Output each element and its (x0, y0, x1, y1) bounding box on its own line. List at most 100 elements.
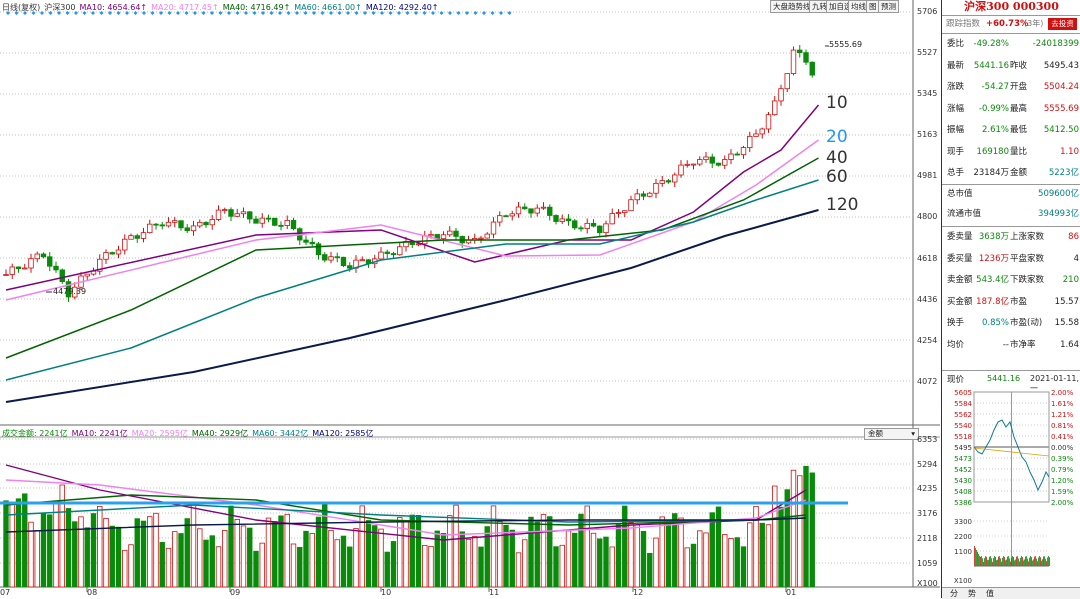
invest-button[interactable]: 去投资 (1048, 18, 1077, 30)
candle-body (665, 180, 672, 183)
depth-row: 均价 -- 市净率 1.64 (942, 337, 1080, 353)
tab-minute[interactable]: 分 (950, 588, 958, 599)
volume-tick: 1059 (917, 559, 938, 568)
quote-key: 市盈 (1010, 296, 1028, 307)
volume-bar (165, 547, 172, 588)
candle-body (109, 252, 115, 255)
quote-key: 市盈(动) (1010, 318, 1043, 328)
mini-vol-bar (1031, 557, 1032, 566)
quote-key: 总市值 (947, 189, 973, 199)
mini-vol-bar (1034, 556, 1035, 566)
volume-bar (422, 544, 428, 588)
candle-body (259, 217, 265, 224)
volume-bar (34, 530, 40, 588)
candle-body (215, 209, 222, 220)
ma40-legend: MA40: 4716.49↑ (222, 3, 291, 12)
forecast-button[interactable]: 预测 (878, 0, 899, 13)
mini-vol-bar (1030, 556, 1031, 566)
volume-bar (65, 508, 72, 588)
volume-bar (247, 527, 253, 588)
candle-body (478, 237, 484, 240)
quote-value: 5495.43 (1043, 60, 1079, 71)
tab-trend[interactable]: 势 (968, 588, 976, 599)
candle-body (309, 241, 315, 245)
volume-bar (490, 505, 497, 588)
candle-body (790, 49, 797, 74)
candle-body (184, 227, 190, 232)
quote-value: 2.61% (981, 125, 1009, 135)
candle-body (447, 230, 453, 236)
ma10-line (5, 104, 820, 291)
mini-vol-bar (983, 561, 984, 566)
candle-body (440, 234, 447, 240)
tab-value[interactable]: 值 (986, 588, 994, 599)
candle-body (384, 251, 390, 254)
mini-vol-bar (1046, 561, 1047, 566)
candle-body (709, 156, 715, 164)
volume-bar (265, 517, 272, 588)
volume-bar (703, 532, 709, 588)
mini-vol-bar (1028, 561, 1029, 566)
mini-vol-bar (987, 560, 988, 566)
volume-bar (222, 529, 228, 588)
candle-body (234, 213, 240, 217)
quote-key: 下跌家数 (1010, 275, 1045, 285)
price-tick: 5163 (917, 130, 938, 139)
candle-body (240, 211, 247, 215)
quote-key: 开盘 (1010, 82, 1028, 92)
quote-row: 最新 5441.16 昨收 5495.43 (942, 58, 1080, 74)
candle-body (378, 251, 384, 260)
mini-vol-bar (978, 554, 979, 566)
ma20-big-label: 20 (826, 127, 848, 147)
candle-body (528, 208, 534, 214)
mini-vol-bar (1005, 560, 1006, 566)
candle-body (165, 221, 172, 227)
tracking-label: 跟踪指数 (946, 19, 981, 29)
quote-key: 卖金额 (947, 275, 973, 285)
quote-value: 1.64 (1060, 339, 1079, 350)
candle-body (153, 223, 159, 226)
volume-bar (315, 516, 322, 588)
candle-body (134, 235, 140, 239)
ma20-line (5, 139, 819, 301)
volume-bar (190, 503, 197, 588)
trend-line-button[interactable]: 大盘趋势线 (770, 0, 814, 13)
vol-ma120-legend: MA120: 2585亿 (312, 429, 374, 438)
price-legend-label: 日线(复权) (2, 3, 41, 12)
mini-pct-tick: 1.20% (1051, 477, 1074, 485)
mini-vol-bar (1012, 556, 1013, 566)
ma40-big-label: 40 (826, 148, 848, 168)
volume-bar (215, 546, 222, 588)
depth-row: 换手 0.85% 市盈(动) 15.58 (942, 315, 1080, 331)
volume-bar (253, 550, 259, 588)
candle-body (703, 156, 709, 160)
quote-value: 543.4亿 (976, 275, 1009, 285)
candle-body (303, 239, 309, 243)
mini-price-tick: 5386 (954, 499, 972, 507)
candle-body (722, 159, 728, 166)
candle-body (553, 215, 559, 222)
quote-value: -0.99% (978, 103, 1009, 114)
volume-bar (640, 530, 647, 588)
candle-body (734, 153, 740, 156)
volume-bar (734, 537, 740, 588)
mini-vol-bar (986, 556, 987, 566)
candle-body (678, 164, 684, 176)
mini-vol-bar (999, 556, 1000, 566)
volume-bar (15, 498, 22, 588)
candle-body (178, 220, 184, 229)
candle-body (584, 222, 590, 229)
quote-value: 15.58 (1054, 318, 1079, 328)
volume-unit: X100 (917, 579, 938, 588)
mini-vol-bar (1022, 557, 1023, 566)
mini-vol-bar (1003, 556, 1004, 566)
volume-bar (447, 515, 453, 588)
candle-body (497, 215, 503, 223)
candle-body (684, 163, 690, 166)
intraday-mini-chart[interactable]: 5605 2.00% 5584 1.61% 5562 1.21% 5540 0.81% 5518… (942, 386, 1080, 586)
volume-mode-dropdown[interactable]: 金额 ▾ (864, 428, 919, 440)
candle-body (140, 232, 147, 239)
kline-svg[interactable] (0, 0, 940, 598)
candle-body (615, 212, 622, 214)
amount-legend: 成交金额: 2241亿 (2, 429, 68, 438)
